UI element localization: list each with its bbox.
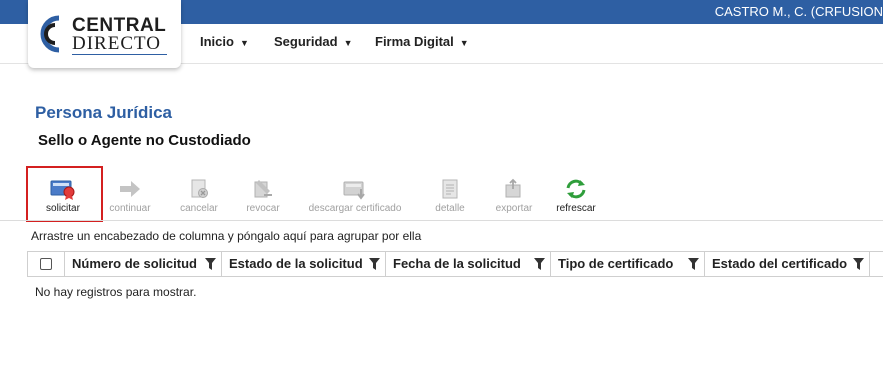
cancelar-button[interactable]: cancelar <box>174 178 224 222</box>
page-title: Persona Jurídica <box>35 103 173 122</box>
continuar-button[interactable]: continuar <box>104 178 156 222</box>
revoke-icon <box>254 180 272 198</box>
logo-text-line2: DIRECTO <box>72 33 161 54</box>
solicitar-highlight-box <box>26 166 103 222</box>
descargar-certificado-label: descargar certificado <box>308 203 402 214</box>
filter-icon[interactable] <box>534 258 545 270</box>
column-tipo-certificado[interactable]: Tipo de certificado <box>551 252 705 276</box>
menu-inicio[interactable]: Inicio ▼ <box>200 34 249 49</box>
grid-header: Número de solicitud Estado de la solicit… <box>27 251 883 277</box>
filter-icon[interactable] <box>369 258 380 270</box>
arrow-right-icon <box>120 181 140 197</box>
select-all-column <box>27 252 65 276</box>
column-estado-solicitud[interactable]: Estado de la solicitud <box>222 252 386 276</box>
chevron-down-icon: ▼ <box>459 38 469 48</box>
descargar-certificado-button[interactable]: descargar certificado <box>303 178 407 222</box>
column-estado-certificado[interactable]: Estado del certificado <box>705 252 870 276</box>
chevron-down-icon: ▼ <box>343 38 353 48</box>
logo-underline <box>72 54 167 55</box>
refrescar-button[interactable]: refrescar <box>551 178 601 222</box>
select-all-checkbox[interactable] <box>40 258 52 270</box>
column-tipo-certificado-label: Tipo de certificado <box>558 256 674 271</box>
continuar-label: continuar <box>109 203 151 214</box>
column-numero-solicitud[interactable]: Número de solicitud <box>65 252 222 276</box>
column-fecha-solicitud[interactable]: Fecha de la solicitud <box>386 252 551 276</box>
detail-icon <box>442 179 458 199</box>
menu-inicio-label: Inicio <box>200 34 234 49</box>
detalle-button[interactable]: detalle <box>426 178 474 222</box>
filter-icon[interactable] <box>205 258 216 270</box>
column-estado-certificado-label: Estado del certificado <box>712 256 848 271</box>
logo[interactable]: CENTRAL DIRECTO <box>28 0 181 68</box>
menu-firma-digital[interactable]: Firma Digital ▼ <box>375 34 469 49</box>
revocar-button[interactable]: revocar <box>239 178 287 222</box>
exportar-button[interactable]: exportar <box>489 178 539 222</box>
toolbar-divider <box>0 220 883 221</box>
empty-grid-message: No hay registros para mostrar. <box>35 285 197 299</box>
group-by-hint[interactable]: Arrastre un encabezado de columna y póng… <box>31 229 421 243</box>
user-name[interactable]: CASTRO M., C. (CRFUSION <box>715 4 883 19</box>
menu-firma-digital-label: Firma Digital <box>375 34 454 49</box>
filter-icon[interactable] <box>853 258 864 270</box>
column-numero-solicitud-label: Número de solicitud <box>72 256 197 271</box>
export-icon <box>505 178 521 198</box>
cancelar-label: cancelar <box>180 203 218 214</box>
column-estado-solicitud-label: Estado de la solicitud <box>229 256 363 271</box>
chevron-down-icon: ▼ <box>239 38 249 48</box>
filter-icon[interactable] <box>688 258 699 270</box>
revocar-label: revocar <box>246 203 280 214</box>
menu-seguridad-label: Seguridad <box>274 34 338 49</box>
detalle-label: detalle <box>435 203 465 214</box>
download-certificate-icon <box>343 181 365 200</box>
toolbar: solicitar continuar cancelar revocar des… <box>27 178 883 220</box>
page-subtitle: Sello o Agente no Custodiado <box>38 132 251 149</box>
document-cancel-icon <box>191 179 208 198</box>
exportar-label: exportar <box>495 203 533 214</box>
logo-emblem-icon <box>40 15 60 53</box>
refresh-icon <box>566 179 586 199</box>
refrescar-label: refrescar <box>556 203 596 214</box>
column-fecha-solicitud-label: Fecha de la solicitud <box>393 256 521 271</box>
menu-seguridad[interactable]: Seguridad ▼ <box>274 34 353 49</box>
